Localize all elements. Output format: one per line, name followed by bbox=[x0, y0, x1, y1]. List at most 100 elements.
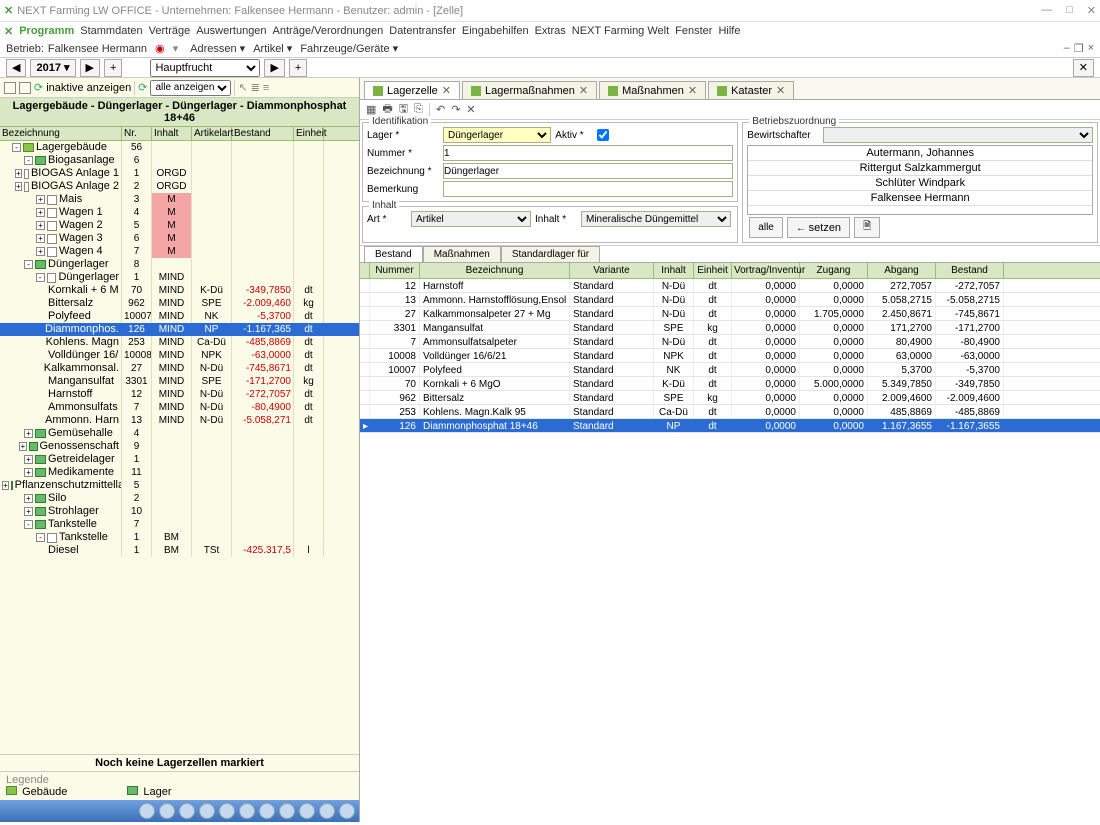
collapse-all-icon[interactable] bbox=[19, 82, 31, 94]
expand-icon[interactable]: + bbox=[36, 221, 45, 230]
tab-Lagermaßnahmen[interactable]: Lagermaßnahmen✕ bbox=[462, 81, 597, 99]
checkbox-icon[interactable] bbox=[47, 195, 57, 205]
expand-icon[interactable]: - bbox=[24, 260, 33, 269]
paste-icon[interactable]: ⎘ bbox=[414, 103, 423, 116]
crop-next-button[interactable]: ▶ bbox=[264, 59, 284, 77]
tb-Fahrzeuge/Geräte[interactable]: Fahrzeuge/Geräte ▾ bbox=[300, 43, 398, 55]
tree-row[interactable]: +BIOGAS Anlage 22ORGD bbox=[0, 180, 359, 193]
menu-Anträge/Verordnungen[interactable]: Anträge/Verordnungen bbox=[273, 25, 384, 37]
tree-row[interactable]: Volldünger 16/10008MINDNPK-63,0000dt bbox=[0, 349, 359, 362]
grid-row[interactable]: 3301MangansulfatStandardSPEkg0,00000,000… bbox=[360, 321, 1100, 335]
tree-row[interactable]: +Medikamente11 bbox=[0, 466, 359, 479]
menu-NEXT Farming Welt[interactable]: NEXT Farming Welt bbox=[572, 25, 669, 37]
checkbox-icon[interactable] bbox=[47, 221, 57, 231]
mdi-minimize-icon[interactable]: – bbox=[1064, 42, 1070, 55]
bottom-icon-4[interactable] bbox=[199, 803, 215, 819]
grid-row[interactable]: 962BittersalzStandardSPEkg0,00000,00002.… bbox=[360, 391, 1100, 405]
alle-button[interactable]: alle bbox=[749, 217, 783, 238]
expand-icon[interactable]: - bbox=[24, 520, 33, 529]
lowtab-Standardlager für[interactable]: Standardlager für bbox=[501, 246, 600, 262]
tree-row[interactable]: +Getreidelager1 bbox=[0, 453, 359, 466]
tab-close-icon[interactable]: ✕ bbox=[776, 84, 785, 97]
tree-row[interactable]: +Mais3M bbox=[0, 193, 359, 206]
checkbox-icon[interactable] bbox=[47, 247, 57, 257]
grid-row[interactable]: 12HarnstoffStandardN-Düdt0,00000,0000272… bbox=[360, 279, 1100, 293]
tree-row[interactable]: +Genossenschaft9 bbox=[0, 440, 359, 453]
tab-Lagerzelle[interactable]: Lagerzelle✕ bbox=[364, 81, 460, 99]
crop-add-button[interactable]: + bbox=[289, 59, 307, 77]
tb-Adressen[interactable]: Adressen ▾ bbox=[190, 43, 245, 55]
redo-icon[interactable]: ↷ bbox=[451, 103, 460, 116]
tree-row[interactable]: +Wagen 47M bbox=[0, 245, 359, 258]
tool-icon-2[interactable]: ≣ bbox=[251, 81, 260, 94]
lowtab-Maßnahmen[interactable]: Maßnahmen bbox=[423, 246, 501, 262]
mdi-restore-icon[interactable]: ❐ bbox=[1074, 42, 1084, 55]
checkbox-icon[interactable] bbox=[24, 182, 29, 192]
refresh-icon[interactable]: ⟳ bbox=[34, 81, 43, 94]
expand-icon[interactable]: - bbox=[24, 156, 33, 165]
dropdown-icon[interactable]: ▾ bbox=[173, 42, 179, 55]
tree-row[interactable]: +BIOGAS Anlage 11ORGD bbox=[0, 167, 359, 180]
betrieb-item[interactable]: Falkensee Hermann bbox=[748, 191, 1092, 206]
betrieb-item[interactable]: Rittergut Salzkammergut bbox=[748, 161, 1092, 176]
grid-row[interactable]: 10007PolyfeedStandardNKdt0,00000,00005,3… bbox=[360, 363, 1100, 377]
close-panel-button[interactable]: ✕ bbox=[1073, 59, 1094, 77]
grid-row[interactable]: ▸126Diammonphosphat 18+46StandardNPdt0,0… bbox=[360, 419, 1100, 433]
art-select[interactable]: Artikel bbox=[411, 211, 531, 227]
grid-row[interactable]: 13Ammonn. Harnstofflösung,EnsolStandardN… bbox=[360, 293, 1100, 307]
grid-row[interactable]: 253Kohlens. Magn.Kalk 95StandardCa-Düdt0… bbox=[360, 405, 1100, 419]
filter-show-select[interactable]: alle anzeigen bbox=[150, 80, 231, 96]
tree-row[interactable]: +Pflanzenschutzmittella5 bbox=[0, 479, 359, 492]
expand-icon[interactable]: + bbox=[19, 442, 26, 451]
right-grid-body[interactable]: 12HarnstoffStandardN-Düdt0,00000,0000272… bbox=[360, 279, 1100, 433]
tree-row[interactable]: Mangansulfat3301MINDSPE-171,2700kg bbox=[0, 375, 359, 388]
lowtab-Bestand[interactable]: Bestand bbox=[364, 246, 423, 262]
checkbox-icon[interactable] bbox=[24, 169, 29, 179]
tab-close-icon[interactable]: ✕ bbox=[579, 84, 588, 97]
bottom-icon-9[interactable] bbox=[299, 803, 315, 819]
tree-row[interactable]: Harnstoff12MINDN-Dü-272,7057dt bbox=[0, 388, 359, 401]
expand-icon[interactable]: - bbox=[36, 273, 45, 282]
grid-row[interactable]: 7AmmonsulfatsalpeterStandardN-Düdt0,0000… bbox=[360, 335, 1100, 349]
tree-row[interactable]: +Strohlager10 bbox=[0, 505, 359, 518]
year-next-button[interactable]: ▶ bbox=[80, 59, 100, 77]
menu-Stammdaten[interactable]: Stammdaten bbox=[80, 25, 142, 37]
bottom-icon-10[interactable] bbox=[319, 803, 335, 819]
lager-select[interactable]: Düngerlager bbox=[443, 127, 551, 143]
new-icon[interactable]: ▦ bbox=[366, 103, 376, 116]
expand-icon[interactable]: + bbox=[24, 455, 33, 464]
expand-icon[interactable]: + bbox=[36, 195, 45, 204]
expand-icon[interactable]: + bbox=[24, 507, 33, 516]
left-grid-body[interactable]: -Lagergebäude56-Biogasanlage6+BIOGAS Anl… bbox=[0, 141, 359, 754]
bezeichnung-input[interactable] bbox=[443, 163, 733, 179]
menu-Extras[interactable]: Extras bbox=[535, 25, 566, 37]
menu-Fenster[interactable]: Fenster bbox=[675, 25, 712, 37]
doc-button[interactable]: 🗎 bbox=[854, 217, 880, 238]
bottom-icon-3[interactable] bbox=[179, 803, 195, 819]
window-close-icon[interactable]: ✕ bbox=[1087, 4, 1096, 17]
tree-row[interactable]: +Wagen 14M bbox=[0, 206, 359, 219]
tree-row[interactable]: Diesel1BMTSt-425.317,5l bbox=[0, 544, 359, 557]
mdi-close-icon[interactable]: × bbox=[1088, 42, 1094, 55]
tree-row[interactable]: +Wagen 25M bbox=[0, 219, 359, 232]
expand-icon[interactable]: + bbox=[24, 429, 33, 438]
inhalt-select[interactable]: Mineralische Düngemittel bbox=[581, 211, 731, 227]
year-add-button[interactable]: + bbox=[104, 59, 122, 77]
checkbox-icon[interactable] bbox=[47, 273, 57, 283]
menu-Programm[interactable]: Programm bbox=[19, 25, 74, 37]
expand-icon[interactable]: - bbox=[36, 533, 45, 542]
tool-icon-1[interactable]: ↖ bbox=[238, 81, 247, 94]
checkbox-icon[interactable] bbox=[47, 234, 57, 244]
tree-row[interactable]: Bittersalz962MINDSPE-2.009,460kg bbox=[0, 297, 359, 310]
year-select[interactable]: 2017 ▾ bbox=[30, 59, 75, 77]
tree-row[interactable]: Ammonsulfats7MINDN-Dü-80,4900dt bbox=[0, 401, 359, 414]
tree-row[interactable]: Kornkali + 6 M70MINDK-Dü-349,7850dt bbox=[0, 284, 359, 297]
filter-inaktive[interactable]: inaktive anzeigen bbox=[46, 82, 131, 94]
menu-Auswertungen[interactable]: Auswertungen bbox=[196, 25, 266, 37]
tab-Maßnahmen[interactable]: Maßnahmen✕ bbox=[599, 81, 706, 99]
tree-row[interactable]: Ammonn. Harn13MINDN-Dü-5.058,271dt bbox=[0, 414, 359, 427]
grid-row[interactable]: 27Kalkammonsalpeter 27 + MgStandardN-Düd… bbox=[360, 307, 1100, 321]
expand-icon[interactable]: + bbox=[2, 481, 9, 490]
grid-row[interactable]: 10008Volldünger 16/6/21StandardNPKdt0,00… bbox=[360, 349, 1100, 363]
tab-Kataster[interactable]: Kataster✕ bbox=[708, 81, 794, 99]
